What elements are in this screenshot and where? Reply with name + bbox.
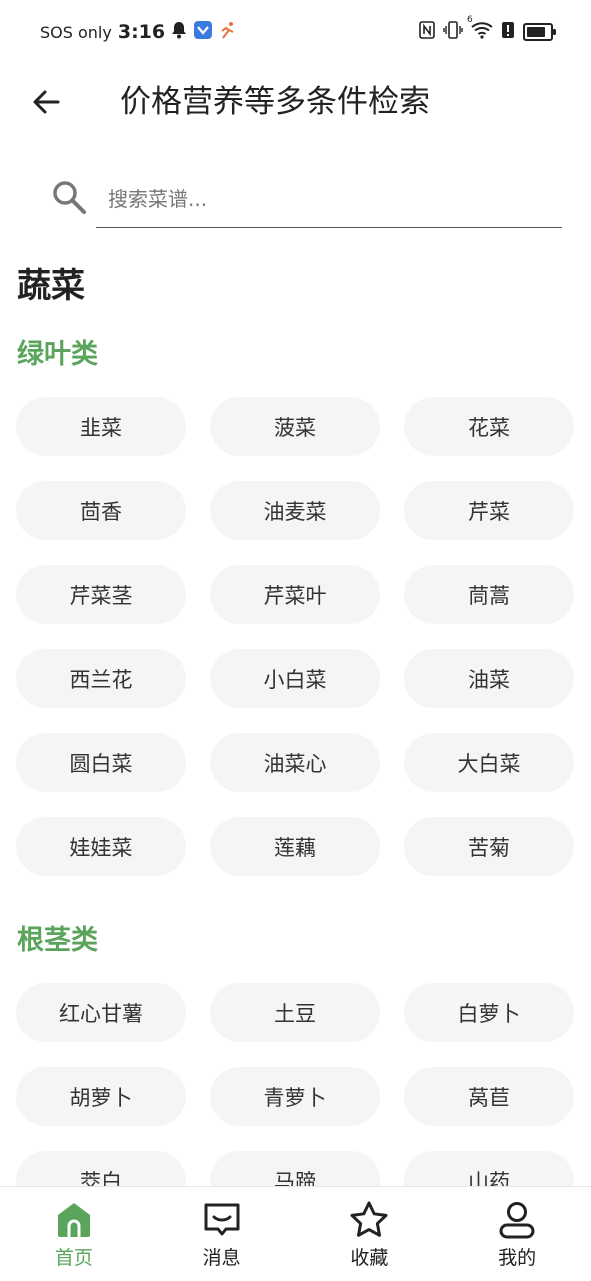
- star-icon: [350, 1201, 388, 1237]
- message-icon: [204, 1203, 240, 1236]
- chip-item[interactable]: 圆白菜: [16, 733, 186, 792]
- nav-messages-label: 消息: [202, 1247, 241, 1269]
- search-bar: [50, 170, 562, 230]
- app-notification-icon: [193, 20, 213, 44]
- chip-item[interactable]: 芹菜叶: [210, 565, 380, 624]
- chip-item[interactable]: 大白菜: [404, 733, 574, 792]
- nav-favorites[interactable]: 收藏: [309, 1187, 429, 1281]
- person-icon: [499, 1202, 535, 1239]
- home-icon: [57, 1203, 90, 1237]
- vibrate-icon: [443, 21, 463, 43]
- nfc-icon: [419, 21, 435, 43]
- wifi-badge: 6: [467, 15, 473, 25]
- chip-item[interactable]: 茭白: [16, 1151, 186, 1186]
- chip-item[interactable]: 山药: [404, 1151, 574, 1186]
- status-left: SOS only 3:16: [40, 20, 237, 44]
- back-button[interactable]: [24, 80, 68, 124]
- carrier-text: SOS only: [40, 22, 112, 42]
- chip-item[interactable]: 小白菜: [210, 649, 380, 708]
- clock: 3:16: [117, 21, 166, 43]
- nav-profile[interactable]: 我的: [457, 1187, 577, 1281]
- bell-icon: [171, 21, 187, 43]
- chip-item[interactable]: 土豆: [210, 983, 380, 1042]
- chip-item[interactable]: 菠菜: [210, 397, 380, 456]
- category-title: 蔬菜: [17, 266, 85, 306]
- group-grid-leafy: 韭菜 菠菜 花菜 茴香 油麦菜 芹菜 芹菜茎 芹菜叶 茼蒿 西兰花 小白菜 油菜…: [16, 397, 576, 876]
- page-title: 价格营养等多条件检索: [120, 84, 430, 120]
- runner-icon: [219, 21, 237, 43]
- group-grid-root: 红心甘薯 土豆 白萝卜 胡萝卜 青萝卜 莴苣 茭白 马蹄 山药: [16, 983, 576, 1186]
- status-right: 6: [419, 15, 556, 43]
- chip-item[interactable]: 苦菊: [404, 817, 574, 876]
- chip-item[interactable]: 芹菜茎: [16, 565, 186, 624]
- app-bar: 价格营养等多条件检索: [0, 64, 591, 140]
- chip-item[interactable]: 西兰花: [16, 649, 186, 708]
- chip-item[interactable]: 茴香: [16, 481, 186, 540]
- chip-item[interactable]: 油菜: [404, 649, 574, 708]
- nav-home[interactable]: 首页: [14, 1187, 134, 1281]
- search-icon[interactable]: [50, 178, 88, 216]
- status-bar: SOS only 3:16 6: [0, 0, 591, 64]
- nav-favorites-label: 收藏: [350, 1247, 389, 1269]
- chip-item[interactable]: 花菜: [404, 397, 574, 456]
- group-title-leafy: 绿叶类: [17, 339, 98, 370]
- chip-item[interactable]: 青萝卜: [210, 1067, 380, 1126]
- chip-item[interactable]: 白萝卜: [404, 983, 574, 1042]
- category-content[interactable]: 蔬菜 绿叶类 韭菜 菠菜 花菜 茴香 油麦菜 芹菜 芹菜茎 芹菜叶 茼蒿 西兰花…: [0, 240, 591, 1186]
- group-title-root: 根茎类: [17, 925, 98, 956]
- arrow-left-icon: [33, 90, 60, 114]
- chip-item[interactable]: 油麦菜: [210, 481, 380, 540]
- nav-profile-label: 我的: [498, 1247, 537, 1269]
- chip-item[interactable]: 马蹄: [210, 1151, 380, 1186]
- battery-icon: [523, 23, 556, 41]
- chip-item[interactable]: 莴苣: [404, 1067, 574, 1126]
- alert-icon: [501, 21, 515, 43]
- chip-item[interactable]: 莲藕: [210, 817, 380, 876]
- chip-item[interactable]: 娃娃菜: [16, 817, 186, 876]
- nav-messages[interactable]: 消息: [162, 1187, 282, 1281]
- nav-home-label: 首页: [54, 1247, 93, 1269]
- chip-item[interactable]: 芹菜: [404, 481, 574, 540]
- chip-item[interactable]: 胡萝卜: [16, 1067, 186, 1126]
- chip-item[interactable]: 油菜心: [210, 733, 380, 792]
- chip-item[interactable]: 红心甘薯: [16, 983, 186, 1042]
- bottom-nav: 首页 消息 收藏 我的: [0, 1186, 591, 1281]
- wifi-icon: 6: [467, 15, 493, 43]
- chip-item[interactable]: 韭菜: [16, 397, 186, 456]
- search-input[interactable]: [96, 170, 562, 228]
- chip-item[interactable]: 茼蒿: [404, 565, 574, 624]
